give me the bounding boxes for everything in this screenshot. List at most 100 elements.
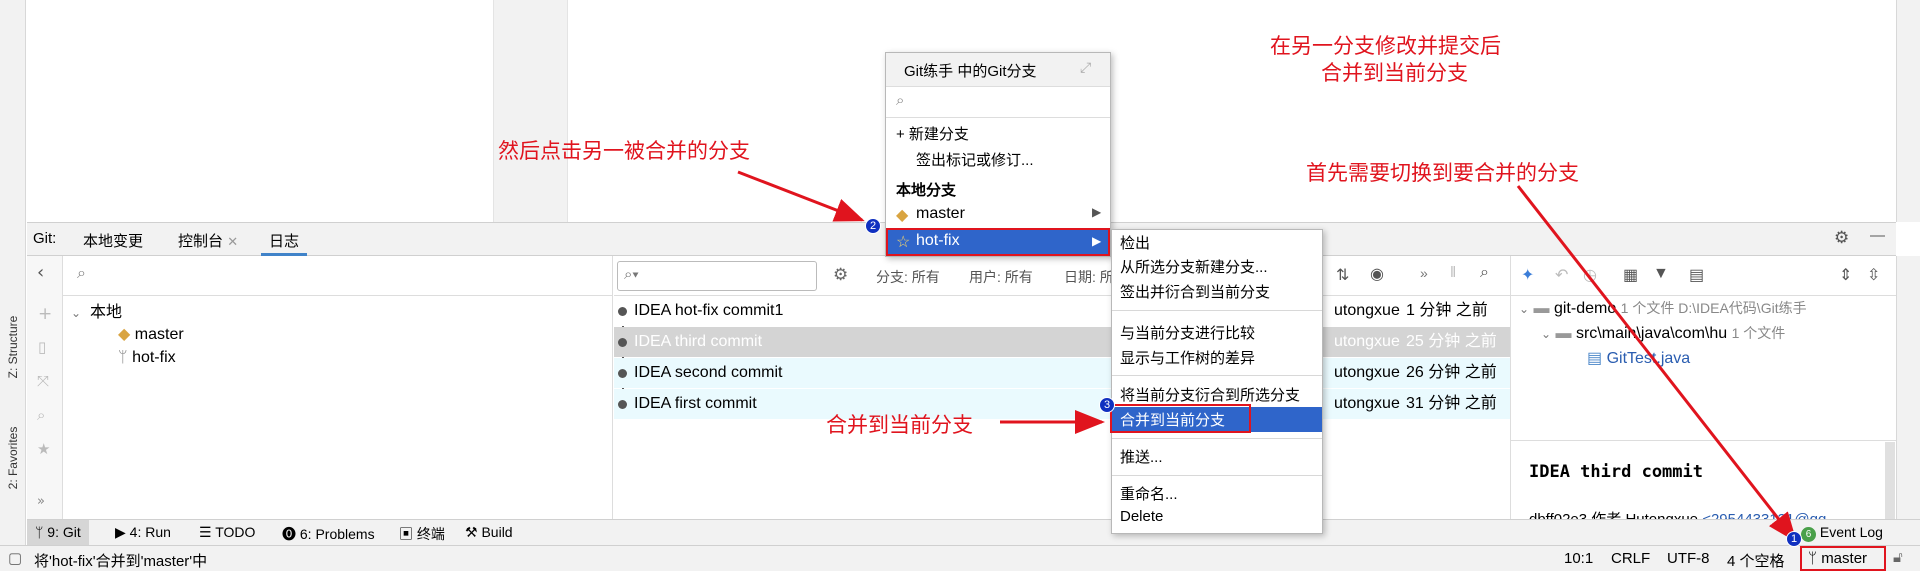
commit-row[interactable]: IDEA first commit utongxue 31 分钟 之前 — [614, 389, 1510, 419]
commit-meta: dbff02e3 作者 Hutongxue <2954433131@qq — [1529, 508, 1826, 519]
filter-user[interactable]: 用户: 所有 — [969, 267, 1033, 287]
sparkle-icon[interactable]: ✦ — [1521, 265, 1534, 285]
merge-icon[interactable]: ⤧ — [37, 372, 49, 390]
menu-show-diff[interactable]: 显示与工作树的差异 — [1120, 347, 1255, 368]
more-icon[interactable]: » — [1420, 265, 1428, 281]
folder-icon: ▬ — [1555, 325, 1572, 342]
git-branch-widget[interactable]: ᛘ master — [1800, 546, 1886, 571]
log-left-toolbar: ‹ + ▯ ⤧ ⌕ ★ » — [27, 256, 63, 519]
menu-checkout-rebase[interactable]: 签出并衍合到当前分支 — [1120, 281, 1270, 302]
menu-divider — [1112, 310, 1322, 311]
commit-time: 31 分钟 之前 — [1406, 395, 1497, 412]
commit-row[interactable]: IDEA hot-fix commit1 utongxue 1 分钟 之前 — [614, 296, 1510, 326]
gear-icon[interactable]: ⚙ — [1834, 228, 1849, 248]
tree-item-hot-fix[interactable]: ᛘ hot-fix — [118, 349, 176, 367]
new-branch-item[interactable]: + 新建分支 — [896, 123, 969, 144]
commit-message: IDEA third commit — [634, 333, 763, 350]
lock-icon[interactable]: 🔓︎ — [1893, 549, 1903, 566]
tab-local-changes[interactable]: 本地变更 — [83, 230, 143, 251]
tab-run[interactable]: ▶ 4: Run — [115, 524, 171, 541]
pause-icon[interactable]: ‖ — [1450, 264, 1456, 281]
tab-problems-label: 6: Problems — [299, 526, 375, 542]
details-scrollbar[interactable] — [1885, 442, 1895, 519]
event-log-count: 6 — [1801, 527, 1816, 542]
filter-date[interactable]: 日期: 所 — [1064, 267, 1114, 287]
back-arrow-icon[interactable]: ‹ — [37, 262, 44, 283]
commit-row[interactable]: IDEA third commit utongxue 25 分钟 之前 — [614, 327, 1510, 357]
eye-icon[interactable]: ◉ — [1370, 264, 1384, 284]
indent-setting[interactable]: 4 个空格 — [1727, 550, 1785, 571]
commit-author: utongxue — [1334, 364, 1400, 381]
tab-todo[interactable]: ☰ TODO — [199, 524, 255, 541]
settings-icon[interactable]: ⚙ — [833, 265, 848, 285]
tree-root-label: 本地 — [89, 304, 122, 321]
undo-icon[interactable]: ↶ — [1555, 265, 1568, 285]
checkout-tag-item[interactable]: 签出标记或修订... — [916, 149, 1034, 170]
commit-row[interactable]: IDEA second commit utongxue 26 分钟 之前 — [614, 358, 1510, 388]
expand-all-icon[interactable]: ⇕ — [1839, 265, 1852, 285]
menu-compare[interactable]: 与当前分支进行比较 — [1120, 322, 1255, 343]
add-icon[interactable]: + — [38, 304, 52, 324]
favorites-tab[interactable]: 2: Favorites — [2, 414, 24, 510]
tab-build[interactable]: ⚒ Build — [465, 524, 513, 541]
collapse-all-icon[interactable]: ⇳ — [1867, 265, 1880, 285]
search-icon[interactable]: ⌕ — [37, 406, 45, 424]
log-search-input[interactable]: ⌕▾ — [617, 261, 817, 291]
java-file-icon: ▤ — [1587, 350, 1603, 367]
tab-git[interactable]: ᛘ 9: Git — [27, 520, 89, 545]
history-icon[interactable]: ◷ — [1583, 265, 1597, 285]
pin-icon[interactable]: ⤢ — [1080, 59, 1091, 76]
popup-search-input[interactable]: ⌕ — [886, 88, 1110, 118]
step-badge-3: 3 — [1099, 397, 1115, 413]
commit-title: IDEA third commit — [1529, 462, 1703, 482]
path-node[interactable]: ⌄ ▬ src\main\java\com\hu 1 个文件 — [1541, 323, 1785, 343]
tab-log[interactable]: 日志 — [261, 230, 308, 256]
branch-search-input[interactable]: ⌕ — [63, 256, 613, 296]
tree-item-label: master — [134, 326, 184, 343]
menu-delete[interactable]: Delete — [1120, 508, 1163, 525]
menu-checkout[interactable]: 检出 — [1120, 232, 1150, 253]
hammer-icon: ⚒ — [465, 524, 478, 540]
structure-tab[interactable]: Z: Structure — [2, 296, 24, 406]
event-log-tab[interactable]: 6 Event Log — [1801, 524, 1883, 542]
menu-rename[interactable]: 重命名... — [1120, 483, 1178, 504]
repo-node[interactable]: ⌄ ▬ git-demo 1 个文件 D:\IDEA代码\Git练手 — [1519, 298, 1807, 318]
branches-popup: Git练手 中的Git分支 ⤢ ⌕ + 新建分支 签出标记或修订... 本地分支… — [885, 52, 1111, 257]
tree-root-local[interactable]: ⌄ 本地 — [71, 298, 122, 322]
delete-icon[interactable]: ▯ — [38, 338, 46, 356]
caret-position[interactable]: 10:1 — [1564, 550, 1593, 567]
file-encoding[interactable]: UTF-8 — [1667, 550, 1710, 567]
status-toggle-icon[interactable]: ▢ — [8, 549, 22, 567]
tab-todo-label: TODO — [215, 524, 256, 540]
status-message: 将'hot-fix'合并到'master'中 — [34, 553, 208, 570]
details-panel: ✦ ↶ ◷ ▦ ▼ ▤ ⇕ ⇳ ⌄ ▬ git-demo 1 个文件 D:\ID… — [1510, 256, 1896, 519]
status-bar: ▢ 将'hot-fix'合并到'master'中 10:1 CRLF UTF-8… — [0, 545, 1920, 571]
tab-build-label: Build — [481, 524, 513, 540]
minimize-icon[interactable]: — — [1870, 227, 1885, 244]
filter-branch[interactable]: 分支: 所有 — [876, 267, 940, 287]
filter-icon[interactable]: ▼ — [1653, 265, 1669, 283]
tab-terminal[interactable]: ▣ 终端 — [399, 524, 445, 544]
branch-item-hot-fix[interactable]: ☆ hot-fix ▶ — [886, 228, 1110, 256]
tab-console[interactable]: 控制台 ✕ — [178, 230, 238, 251]
close-icon[interactable]: ✕ — [227, 234, 238, 249]
branch-submenu: 检出 从所选分支新建分支... 签出并衍合到当前分支 与当前分支进行比较 显示与… — [1111, 229, 1323, 534]
menu-push[interactable]: 推送... — [1120, 446, 1163, 467]
group-icon[interactable]: ▦ — [1623, 265, 1638, 285]
search-icon[interactable]: ⌕ — [1480, 264, 1489, 282]
expand-icon[interactable]: » — [37, 494, 45, 509]
submenu-arrow-icon: ▶ — [1092, 234, 1102, 248]
file-node[interactable]: ▤ GitTest.java — [1587, 348, 1690, 368]
star-icon[interactable]: ★ — [37, 440, 50, 458]
branch-icon: ᛘ — [118, 349, 128, 366]
search-icon: ⌕ — [77, 265, 86, 282]
tab-problems[interactable]: ⓿ 6: Problems — [282, 524, 375, 544]
commit-email[interactable]: <2954433131@qq — [1702, 511, 1826, 519]
menu-new-branch-from[interactable]: 从所选分支新建分支... — [1120, 256, 1268, 277]
menu-rebase-current[interactable]: 将当前分支衍合到所选分支 — [1120, 384, 1300, 405]
sort-icon[interactable]: ⇅ — [1336, 265, 1349, 285]
layout-icon[interactable]: ▤ — [1689, 265, 1704, 285]
tree-item-master[interactable]: ◆ master — [118, 324, 184, 344]
branch-item-master[interactable]: ◆ master ▶ — [886, 203, 1110, 227]
line-separator[interactable]: CRLF — [1611, 550, 1650, 567]
